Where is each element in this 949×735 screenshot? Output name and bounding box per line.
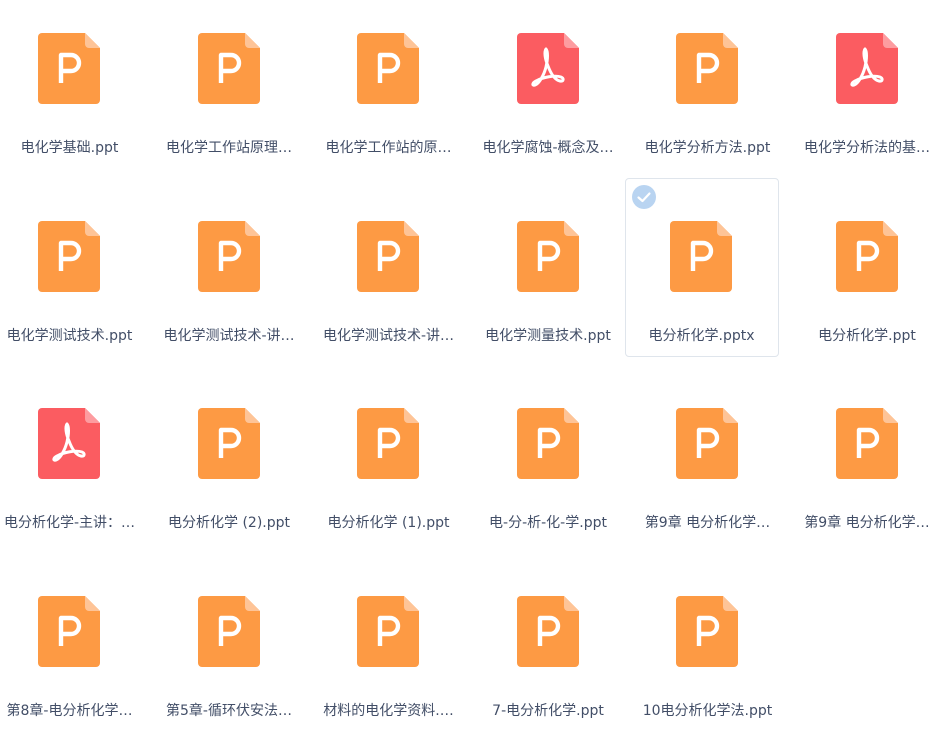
file-item[interactable]: 电化学基础.ppt (0, 0, 153, 179)
file-name-label: 电化学测量技术.ppt (485, 327, 611, 344)
file-name-label: 第9章 电分析化学… (644, 515, 771, 531)
file-item[interactable]: 10电分析化学法.ppt (638, 563, 791, 735)
ppt-file-icon (38, 220, 100, 292)
ppt-file-icon (676, 33, 738, 104)
ppt-file-icon (516, 220, 579, 292)
file-item[interactable]: 电-分-析-化-学.ppt (479, 375, 632, 554)
file-item[interactable]: 电分析化学-主讲：… (0, 375, 153, 554)
file-name-label: 电分析化学-主讲：… (3, 515, 136, 531)
file-item[interactable]: 材料的电化学资料.… (319, 563, 472, 735)
pdf-file-icon (835, 33, 898, 104)
file-name-label: 电化学测试技术-讲… (322, 327, 455, 344)
check-circle-icon[interactable] (631, 184, 657, 210)
file-grid: 电化学基础.ppt 电化学工作站原理… 电化学工作站的原… 电化学腐蚀-概念及… 电化学… (0, 0, 949, 735)
ppt-file-icon (357, 595, 419, 667)
file-name-label: 电-分-析-化-学.ppt (489, 515, 607, 531)
file-name-label: 电化学工作站的原… (325, 140, 452, 156)
file-item[interactable]: 电化学腐蚀-概念及… (479, 0, 632, 179)
file-name-label: 电分析化学.ppt (818, 327, 916, 344)
file-item[interactable]: 7-电分析化学.ppt (479, 563, 632, 735)
pdf-file-icon (38, 408, 100, 479)
file-item[interactable]: 第9章 电分析化学… (798, 375, 949, 554)
ppt-file-icon (38, 33, 100, 104)
ppt-file-icon (676, 408, 738, 479)
file-name-label: 7-电分析化学.ppt (492, 702, 604, 719)
ppt-file-icon (357, 220, 419, 292)
ppt-file-icon (516, 595, 579, 667)
file-item[interactable]: 电分析化学 (2).ppt (160, 375, 313, 554)
file-name-label: 第9章 电分析化学… (804, 515, 930, 531)
file-item[interactable]: 电化学测试技术-讲… (319, 188, 472, 367)
file-name-label: 电化学测试技术-讲… (163, 327, 295, 344)
file-name-label: 电分析化学.pptx (648, 327, 755, 344)
ppt-file-icon (197, 220, 260, 292)
file-name-label: 电分析化学 (2).ppt (168, 515, 290, 531)
ppt-file-icon (197, 595, 260, 667)
file-item[interactable]: 电化学分析方法.ppt (638, 0, 791, 179)
file-name-label: 材料的电化学资料.… (323, 702, 454, 719)
file-item[interactable]: 电化学分析法的基… (798, 0, 949, 179)
ppt-file-icon (197, 408, 260, 479)
file-name-label: 电化学分析法的基… (804, 140, 930, 156)
file-name-label: 电分析化学 (1).ppt (327, 515, 450, 531)
ppt-file-icon (516, 408, 579, 479)
file-item[interactable]: 电化学工作站的原… (319, 0, 472, 179)
ppt-file-icon (676, 595, 738, 667)
file-name-label: 第5章-循环伏安法… (166, 702, 292, 719)
file-item[interactable]: 电化学测试技术-讲… (160, 188, 313, 367)
file-name-label: 10电分析化学法.ppt (642, 702, 773, 719)
ppt-file-icon (38, 595, 100, 667)
ppt-file-icon (670, 220, 732, 292)
file-item[interactable]: 电分析化学.pptx (625, 177, 779, 357)
file-name-label: 电化学腐蚀-概念及… (482, 140, 614, 156)
ppt-file-icon (835, 220, 898, 292)
file-name-label: 电化学工作站原理… (166, 140, 292, 156)
file-item[interactable]: 第8章-电分析化学… (0, 563, 153, 735)
file-item[interactable]: 电化学工作站原理… (160, 0, 313, 179)
ppt-file-icon (197, 33, 260, 104)
file-item[interactable]: 电分析化学.ppt (798, 188, 949, 367)
file-item[interactable]: 电分析化学 (1).ppt (319, 375, 472, 554)
file-name-label: 电化学基础.ppt (20, 140, 119, 156)
file-item[interactable]: 电化学测量技术.ppt (479, 188, 632, 367)
ppt-file-icon (357, 33, 419, 104)
ppt-file-icon (357, 408, 419, 479)
file-name-label: 第8章-电分析化学… (6, 702, 133, 719)
file-item[interactable]: 第5章-循环伏安法… (160, 563, 313, 735)
pdf-file-icon (516, 33, 579, 104)
file-name-label: 电化学分析方法.ppt (644, 140, 771, 156)
file-name-label: 电化学测试技术.ppt (6, 327, 133, 344)
file-item[interactable]: 第9章 电分析化学… (638, 375, 791, 554)
ppt-file-icon (835, 408, 898, 479)
file-item[interactable]: 电化学测试技术.ppt (0, 188, 153, 367)
